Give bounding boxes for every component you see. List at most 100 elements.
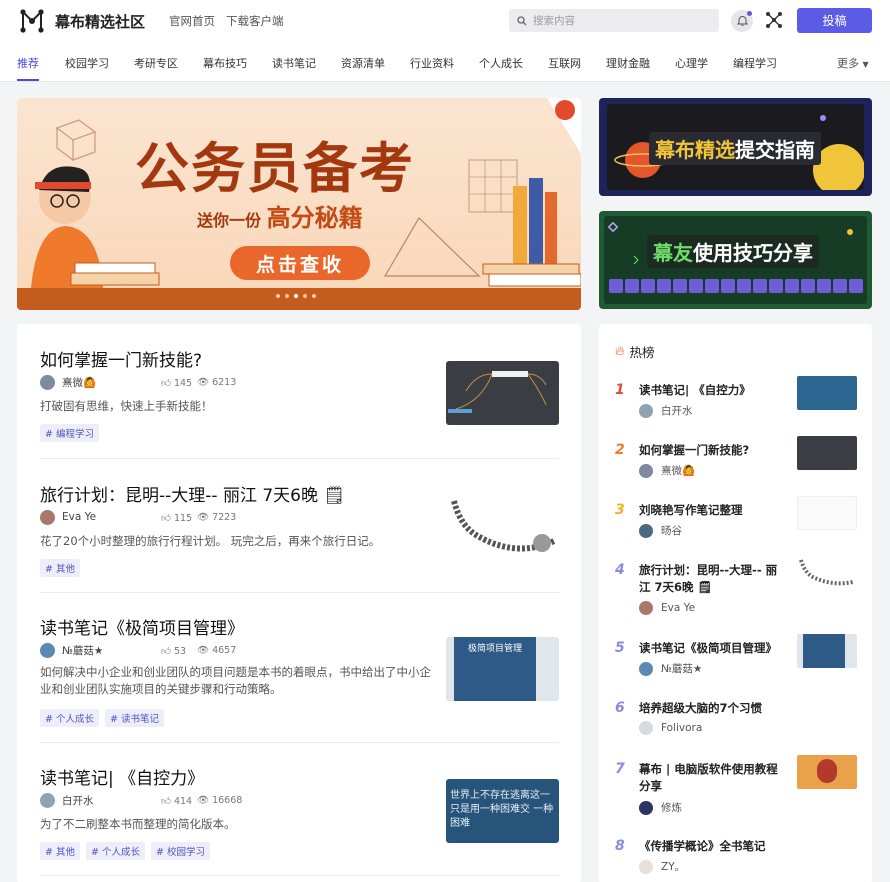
hot-item-thumbnail[interactable]	[797, 556, 857, 590]
tab-internet[interactable]: 互联网	[548, 55, 581, 71]
carousel-dot-active[interactable]	[294, 294, 298, 298]
tab-resource-list[interactable]: 资源清单	[341, 55, 385, 71]
carousel-dots[interactable]	[276, 294, 316, 298]
hot-item-thumbnail[interactable]	[797, 634, 857, 668]
hot-item-title[interactable]: 幕布 | 电脑版软件使用教程分享	[639, 761, 784, 795]
hot-item-title[interactable]: 如何掌握一门新技能?	[639, 442, 784, 459]
hero-banner[interactable]: 公务员备考 送你一份 高分秘籍 点击查收	[17, 98, 581, 310]
author-name[interactable]: №蘑菇★	[661, 661, 702, 676]
author-name[interactable]: 白开水	[661, 403, 693, 418]
article-author[interactable]: 熹微🙆	[40, 374, 96, 390]
avatar[interactable]	[639, 721, 653, 735]
hot-item-title[interactable]: 读书笔记《极简项目管理》	[639, 640, 784, 657]
tab-postgrad[interactable]: 考研专区	[134, 55, 178, 71]
tab-psychology[interactable]: 心理学	[675, 55, 708, 71]
network-icon[interactable]	[765, 11, 783, 29]
author-name[interactable]: Eva Ye	[661, 602, 695, 614]
author-name[interactable]: Eva Ye	[62, 511, 96, 523]
article-thumbnail[interactable]	[446, 495, 559, 559]
carousel-dot[interactable]	[303, 294, 307, 298]
avatar[interactable]	[639, 800, 653, 815]
hot-item-author[interactable]: 白开水	[639, 403, 693, 418]
carousel-dot[interactable]	[312, 294, 316, 298]
author-name[interactable]: 熹微🙆	[661, 463, 695, 478]
notification-button[interactable]	[731, 10, 753, 32]
hot-item-title[interactable]: 读书笔记| 《自控力》	[639, 382, 784, 399]
hot-item-thumbnail[interactable]	[797, 755, 857, 789]
tab-campus[interactable]: 校园学习	[65, 55, 109, 71]
tab-programming[interactable]: 编程学习	[733, 55, 777, 71]
article-title[interactable]: 旅行计划：昆明--大理-- 丽江 7天6晚 🗒	[40, 481, 345, 506]
tag[interactable]: # 校园学习	[150, 842, 210, 860]
hot-item-title[interactable]: 刘晓艳写作笔记整理	[639, 502, 784, 519]
tag[interactable]: # 个人成长	[40, 709, 99, 727]
tag[interactable]: # 其他	[40, 842, 80, 860]
tab-mubu-tips[interactable]: 幕布技巧	[203, 55, 247, 71]
article-author[interactable]: 白开水	[40, 792, 94, 808]
article-title[interactable]: 如何掌握一门新技能?	[40, 346, 202, 371]
avatar[interactable]	[639, 601, 653, 615]
download-client-link[interactable]: 下载客户端	[226, 13, 284, 29]
tag[interactable]: # 个人成长	[85, 842, 145, 860]
tab-finance[interactable]: 理财金融	[606, 55, 650, 71]
hot-item-thumbnail[interactable]	[797, 436, 857, 470]
avatar[interactable]	[639, 463, 653, 478]
author-name[interactable]: 旸谷	[661, 523, 682, 538]
author-name[interactable]: ZY。	[661, 859, 685, 874]
hot-item-author[interactable]: Folivora	[639, 721, 702, 735]
avatar[interactable]	[40, 792, 55, 808]
hot-item-author[interactable]: Eva Ye	[639, 601, 695, 615]
official-home-link[interactable]: 官网首页	[169, 13, 215, 29]
tag[interactable]: # 读书笔记	[104, 709, 164, 727]
article-title[interactable]: 读书笔记| 《自控力》	[40, 764, 204, 789]
article-card[interactable]: 读书笔记| 《自控力》 白开水 👍︎ 414 👁︎ 16668 为了不二刷整本书…	[40, 764, 559, 876]
post-button[interactable]: 投稿	[797, 8, 872, 33]
hot-item-author[interactable]: 旸谷	[639, 523, 682, 538]
submission-guide-banner[interactable]: 幕布精选提交指南	[599, 98, 872, 196]
avatar[interactable]	[40, 642, 55, 658]
carousel-dot[interactable]	[285, 294, 289, 298]
avatar[interactable]	[639, 661, 653, 676]
avatar[interactable]	[639, 403, 653, 418]
author-name[interactable]: 白开水	[62, 793, 94, 808]
tips-share-banner[interactable]: 幕友使用技巧分享	[599, 211, 872, 309]
article-thumbnail[interactable]: 极简项目管理	[446, 637, 559, 701]
more-dropdown[interactable]: 更多 ▼	[837, 55, 869, 71]
tag[interactable]: # 编程学习	[40, 424, 99, 442]
article-author[interactable]: Eva Ye	[40, 509, 96, 525]
article-thumbnail[interactable]: 世界上不存在逃离这一 只是用一种困难交 一种困难	[446, 779, 559, 843]
hot-item-title[interactable]: 培养超级大脑的7个习惯	[639, 700, 784, 717]
hot-item-author[interactable]: 熹微🙆	[639, 463, 695, 478]
article-card[interactable]: 读书笔记《极简项目管理》 №蘑菇★ 👍︎ 53 👁︎ 4657 如何解决中小企业…	[40, 614, 559, 743]
author-name[interactable]: №蘑菇★	[62, 643, 103, 658]
hot-item-title[interactable]: 旅行计划：昆明--大理-- 丽江 7天6晚 🗒	[639, 562, 784, 596]
hot-item-thumbnail[interactable]	[797, 376, 857, 410]
hot-item-author[interactable]: 修炼	[639, 800, 682, 815]
tab-reading-notes[interactable]: 读书笔记	[272, 55, 316, 71]
hot-item-title[interactable]: 《传播学概论》全书笔记	[639, 838, 839, 855]
tag[interactable]: # 其他	[40, 559, 80, 577]
carousel-dot[interactable]	[276, 294, 280, 298]
avatar[interactable]	[40, 374, 55, 390]
hot-item-thumbnail[interactable]	[797, 496, 857, 530]
search-input[interactable]: 搜索内容	[509, 9, 719, 32]
article-card[interactable]: 旅行计划：昆明--大理-- 丽江 7天6晚 🗒 Eva Ye 👍︎ 115 👁︎…	[40, 481, 559, 593]
author-name[interactable]: 熹微🙆	[62, 375, 96, 390]
logo-icon[interactable]	[20, 9, 44, 33]
avatar[interactable]	[639, 859, 653, 874]
tab-recommend[interactable]: 推荐	[17, 55, 39, 71]
tab-growth[interactable]: 个人成长	[479, 55, 523, 71]
article-thumbnail[interactable]	[446, 361, 559, 425]
avatar[interactable]	[40, 509, 55, 525]
hot-item-author[interactable]: №蘑菇★	[639, 661, 702, 676]
article-card[interactable]: 如何掌握一门新技能? 熹微🙆 👍︎ 145 👁︎ 6213 打破固有思维，快速上…	[40, 346, 559, 459]
author-name[interactable]: Folivora	[661, 722, 702, 734]
article-title[interactable]: 读书笔记《极简项目管理》	[40, 614, 244, 639]
avatar[interactable]	[639, 523, 653, 538]
tab-industry[interactable]: 行业资料	[410, 55, 454, 71]
hot-item-author[interactable]: ZY。	[639, 859, 685, 874]
site-name[interactable]: 幕布精选社区	[55, 11, 145, 32]
banner-cta-button[interactable]: 点击查收	[230, 246, 370, 280]
author-name[interactable]: 修炼	[661, 800, 682, 815]
article-author[interactable]: №蘑菇★	[40, 642, 103, 658]
